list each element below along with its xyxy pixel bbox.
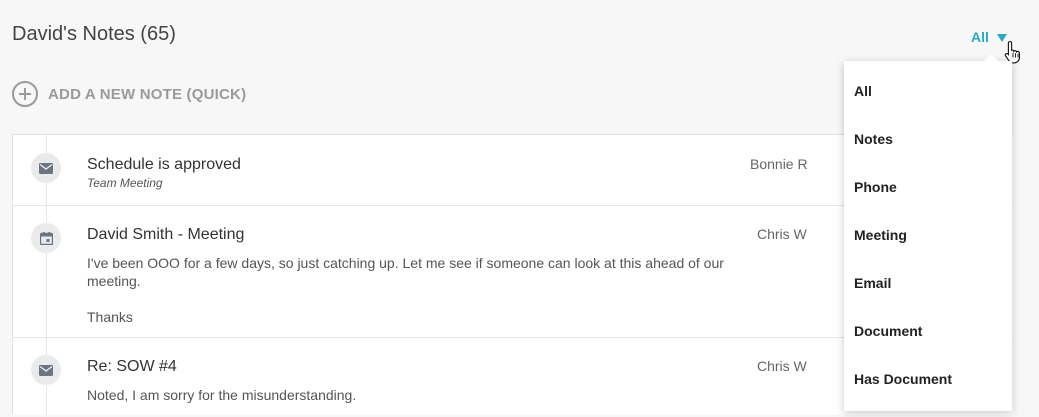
filter-dropdown-menu: All Notes Phone Meeting Email Document H… <box>844 54 1012 411</box>
filter-option-phone[interactable]: Phone <box>854 179 897 195</box>
note-body-line: meeting. <box>87 273 141 289</box>
note-body-line: Noted, I am sorry for the misunderstandi… <box>87 387 357 403</box>
note-author: Chris W <box>757 358 807 374</box>
envelope-icon <box>39 162 53 174</box>
dropdown-notch <box>984 54 998 61</box>
page-title: David's Notes (65) <box>12 23 176 45</box>
note-title[interactable]: Re: SOW #4 <box>87 358 177 376</box>
note-type-badge <box>31 355 61 385</box>
envelope-icon <box>39 364 53 376</box>
add-note-button[interactable]: ADD A NEW NOTE (QUICK) <box>12 81 246 107</box>
note-body-line: Thanks <box>87 309 133 325</box>
filter-dropdown-toggle[interactable]: All <box>971 29 1007 45</box>
note-type-badge <box>31 153 61 183</box>
filter-option-notes[interactable]: Notes <box>854 131 893 147</box>
filter-option-all[interactable]: All <box>854 83 872 99</box>
note-author: Chris W <box>757 226 807 242</box>
note-subtitle: Team Meeting <box>87 176 163 190</box>
note-type-badge <box>31 223 61 253</box>
add-note-label: ADD A NEW NOTE (QUICK) <box>48 85 247 103</box>
note-body-line: I've been OOO for a few days, so just ca… <box>87 255 724 271</box>
filter-option-meeting[interactable]: Meeting <box>854 227 907 243</box>
note-title[interactable]: Schedule is approved <box>87 156 241 174</box>
filter-selected-label: All <box>971 29 989 45</box>
plus-circle-icon <box>12 81 38 107</box>
filter-option-email[interactable]: Email <box>854 275 891 291</box>
filter-option-document[interactable]: Document <box>854 323 922 339</box>
note-title[interactable]: David Smith - Meeting <box>87 226 244 244</box>
calendar-icon <box>39 231 53 245</box>
note-author: Bonnie R <box>750 156 808 172</box>
filter-option-has-document[interactable]: Has Document <box>854 371 952 387</box>
